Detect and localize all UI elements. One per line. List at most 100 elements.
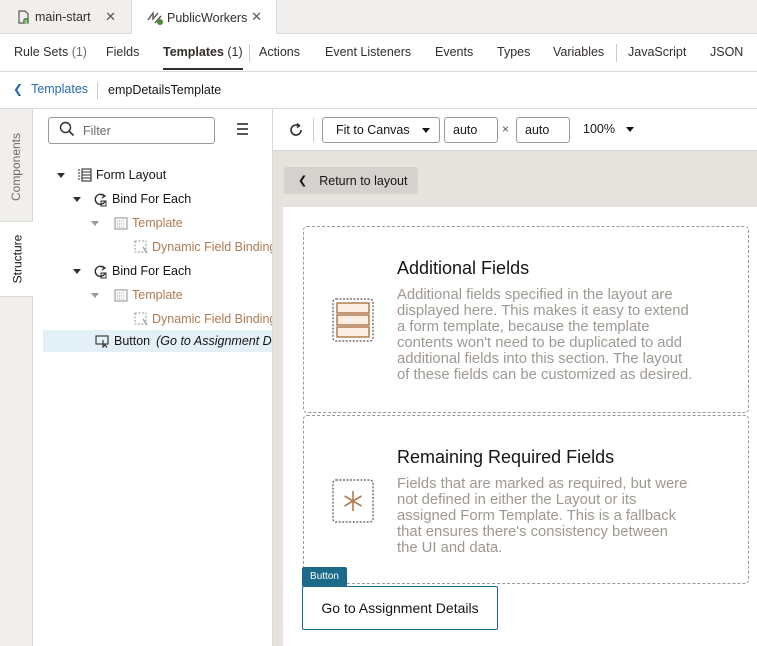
tab-events[interactable]: Events: [435, 34, 473, 71]
side-tab-structure[interactable]: Structure: [0, 221, 34, 297]
canvas-width-input[interactable]: auto: [444, 117, 498, 143]
side-tab-label: Components: [9, 132, 24, 202]
description-line: that ensures there's consistency between: [397, 524, 668, 540]
canvas-height-input[interactable]: auto: [516, 117, 570, 143]
caret-down-icon[interactable]: [91, 292, 99, 298]
description-line: not defined in either the Layout or its: [397, 492, 637, 508]
filter-input[interactable]: [83, 123, 203, 138]
svg-text:g: g: [24, 19, 27, 25]
tab-templates[interactable]: Templates (1): [163, 34, 243, 71]
tree-node-button[interactable]: Button (Go to Assignment De: [43, 330, 273, 352]
additional-fields-icon: [331, 297, 375, 346]
tree-node-label: Bind For Each: [112, 264, 192, 278]
tab-rule-sets[interactable]: Rule Sets (1): [14, 34, 87, 71]
tree-node-label: Dynamic Field Binding: [152, 312, 273, 326]
close-icon[interactable]: ✕: [251, 9, 262, 25]
tree-node-dynamic-field-binding[interactable]: Dynamic Field Binding: [33, 308, 273, 330]
tree-node-template[interactable]: Template: [33, 284, 272, 306]
zoom-level[interactable]: 100%: [583, 122, 615, 136]
bind-for-each-icon: [93, 264, 108, 279]
tab-count: (1): [71, 45, 87, 59]
tab-fields[interactable]: Fields: [106, 34, 139, 71]
asterisk-icon: [331, 478, 375, 527]
template-icon: [113, 216, 128, 231]
component-type-badge: Button: [302, 567, 347, 586]
tree-node-detail: (Go to Assignment De: [156, 334, 273, 348]
editor-tab-bar: Rule Sets (1) Fields Templates (1) Actio…: [0, 34, 757, 72]
tab-javascript[interactable]: JavaScript: [628, 34, 686, 71]
remaining-required-fields-section[interactable]: Remaining Required Fields Fields that ar…: [303, 415, 749, 584]
tree-node-label: Template: [132, 216, 183, 230]
fit-to-canvas-select[interactable]: Fit to Canvas: [322, 117, 440, 143]
file-tab-label: PublicWorkers: [167, 10, 248, 25]
description-line: Additional fields specified in the layou…: [397, 287, 673, 303]
tab-divider: [616, 44, 617, 62]
caret-down-icon[interactable]: [73, 268, 81, 274]
description-line: a form template, because the template: [397, 319, 650, 335]
section-description: Fields that are marked as required, but …: [397, 476, 722, 556]
tab-label: Templates: [163, 45, 224, 59]
tab-event-listeners[interactable]: Event Listeners: [325, 34, 411, 71]
breadcrumb-parent: Templates: [31, 82, 89, 96]
section-title: Remaining Required Fields: [397, 447, 615, 467]
tree-node-template[interactable]: Template: [33, 212, 272, 234]
caret-down-icon[interactable]: [91, 220, 99, 226]
close-icon[interactable]: ✕: [105, 9, 116, 25]
description-line: displayed here. This makes it easy to ex…: [397, 303, 689, 319]
side-tab-components[interactable]: Components: [0, 117, 33, 217]
file-tab-publicworkers[interactable]: PublicWorkers ✕: [131, 0, 277, 35]
workers-app-icon: [146, 9, 164, 27]
description-line: of these fields can be customized as des…: [397, 367, 693, 383]
tree-node-label: Template: [132, 288, 183, 302]
button-icon: [95, 334, 110, 349]
tab-divider: [249, 44, 250, 62]
tab-actions[interactable]: Actions: [259, 34, 300, 71]
tree-node-bind-for-each[interactable]: Bind For Each: [33, 188, 272, 210]
bind-for-each-icon: [93, 192, 108, 207]
file-tab-main-start[interactable]: g main-start ✕: [0, 0, 130, 34]
tab-variables[interactable]: Variables: [553, 34, 604, 71]
search-icon: [59, 121, 75, 140]
tab-types[interactable]: Types: [497, 34, 530, 71]
breadcrumb-divider: [97, 82, 98, 99]
section-description: Additional fields specified in the layou…: [397, 287, 722, 383]
git-branch-icon: g: [14, 8, 32, 26]
breadcrumb-current: empDetailsTemplate: [108, 83, 222, 97]
chevron-left-icon: ❮: [13, 82, 24, 96]
toolbar-divider: [313, 118, 314, 142]
description-line: additional fields into this section. The…: [397, 351, 683, 367]
tree-node-label: Button: [114, 334, 151, 348]
breadcrumb-back-link[interactable]: ❮ Templates: [13, 82, 88, 96]
tab-count: (1): [227, 45, 243, 59]
caret-down-icon[interactable]: [57, 172, 65, 178]
return-label: Return to layout: [319, 173, 408, 188]
tab-label: Rule Sets: [14, 45, 69, 59]
form-layout-icon: [77, 168, 92, 183]
tree-node-bind-for-each[interactable]: Bind For Each: [33, 260, 272, 282]
canvas-toolbar: Fit to Canvas auto × auto 100%: [273, 109, 757, 151]
tree-node-form-layout[interactable]: Form Layout: [33, 164, 272, 186]
chevron-down-icon[interactable]: [626, 127, 634, 132]
section-title: Additional Fields: [397, 258, 530, 278]
fit-select-value: Fit to Canvas: [336, 123, 410, 137]
template-icon: [113, 288, 128, 303]
refresh-icon[interactable]: [287, 121, 305, 139]
chevron-down-icon: [422, 128, 430, 133]
go-to-assignment-details-button[interactable]: Go to Assignment Details: [302, 586, 498, 630]
dimension-separator: ×: [502, 122, 510, 136]
file-tab-label: main-start: [35, 10, 91, 24]
breadcrumb: ❮ Templates empDetailsTemplate: [0, 72, 757, 109]
caret-down-icon[interactable]: [73, 196, 81, 202]
filter-field[interactable]: [48, 117, 215, 144]
menu-icon[interactable]: [235, 121, 251, 137]
description-line: Fields that are marked as required, but …: [397, 476, 688, 492]
tab-json[interactable]: JSON: [710, 34, 743, 71]
dynamic-field-icon: [134, 312, 148, 327]
return-to-layout-button[interactable]: ❮ Return to layout: [284, 167, 418, 194]
description-line: the UI and data.: [397, 540, 503, 556]
side-tab-bar: Components Structure: [0, 109, 34, 646]
tree-node-label: Dynamic Field Binding: [152, 240, 273, 254]
layout-page: Additional Fields Additional fields spec…: [283, 207, 757, 646]
tree-node-dynamic-field-binding[interactable]: Dynamic Field Binding: [33, 236, 273, 258]
additional-fields-section[interactable]: Additional Fields Additional fields spec…: [303, 226, 749, 413]
